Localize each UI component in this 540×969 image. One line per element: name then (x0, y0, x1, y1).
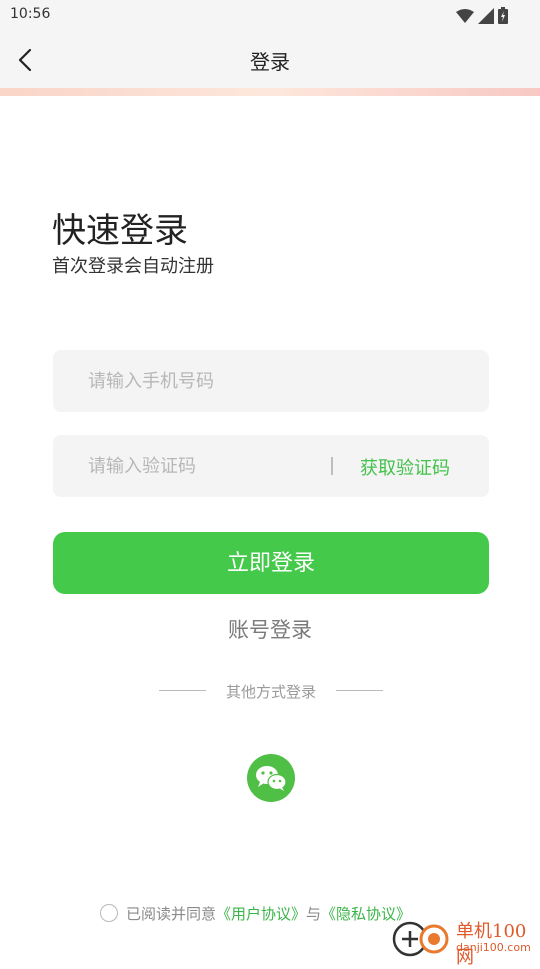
page-title: 登录 (250, 50, 290, 74)
agreement-checkbox[interactable] (100, 904, 118, 922)
agreement-row: 已阅读并同意 《用户协议》 与 《隐私协议》 (100, 902, 411, 924)
other-methods-divider: 其他方式登录 (159, 680, 383, 701)
get-code-button[interactable]: 获取验证码 (360, 454, 450, 480)
divider-line-right (336, 690, 383, 691)
status-icons (456, 7, 508, 24)
agreement-prefix: 已阅读并同意 (126, 904, 217, 923)
auto-register-hint: 首次登录会自动注册 (52, 256, 214, 277)
battery-icon (498, 7, 508, 24)
login-button[interactable]: 立即登录 (53, 532, 489, 594)
wechat-login-button[interactable] (247, 754, 295, 802)
watermark: 单机100网 danji100.com (390, 915, 540, 968)
watermark-url: danji100.com (456, 941, 531, 954)
field-divider (331, 457, 333, 475)
quick-login-heading: 快速登录 (52, 211, 188, 251)
status-bar: 10:56 (0, 0, 540, 30)
account-login-link[interactable]: 账号登录 (0, 614, 540, 644)
code-input[interactable] (53, 435, 313, 497)
header-accent-strip (0, 88, 540, 96)
other-methods-label: 其他方式登录 (225, 683, 316, 701)
phone-input[interactable] (53, 350, 489, 412)
code-field: 获取验证码 (53, 435, 489, 497)
signal-icon (478, 7, 494, 24)
status-time: 10:56 (10, 6, 51, 22)
watermark-logo-icon (392, 921, 449, 957)
phone-field (53, 350, 489, 412)
user-agreement-link[interactable]: 《用户协议》 (216, 903, 306, 924)
wechat-icon (256, 766, 287, 791)
nav-bar: 登录 (0, 30, 540, 88)
wifi-icon (456, 8, 474, 23)
agreement-connector: 与 (306, 904, 322, 923)
